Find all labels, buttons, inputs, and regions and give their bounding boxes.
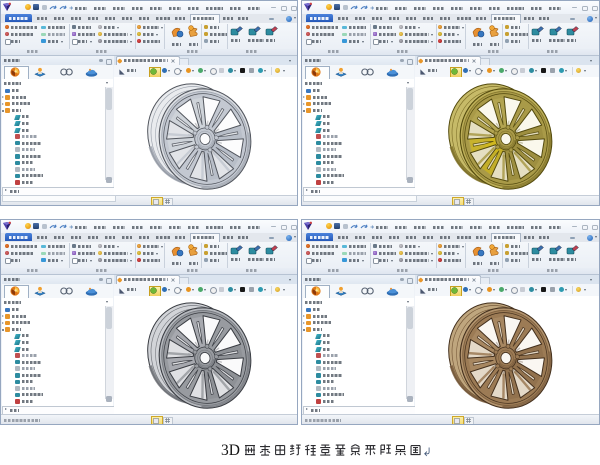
svg-text:3D: 3D xyxy=(221,442,240,459)
